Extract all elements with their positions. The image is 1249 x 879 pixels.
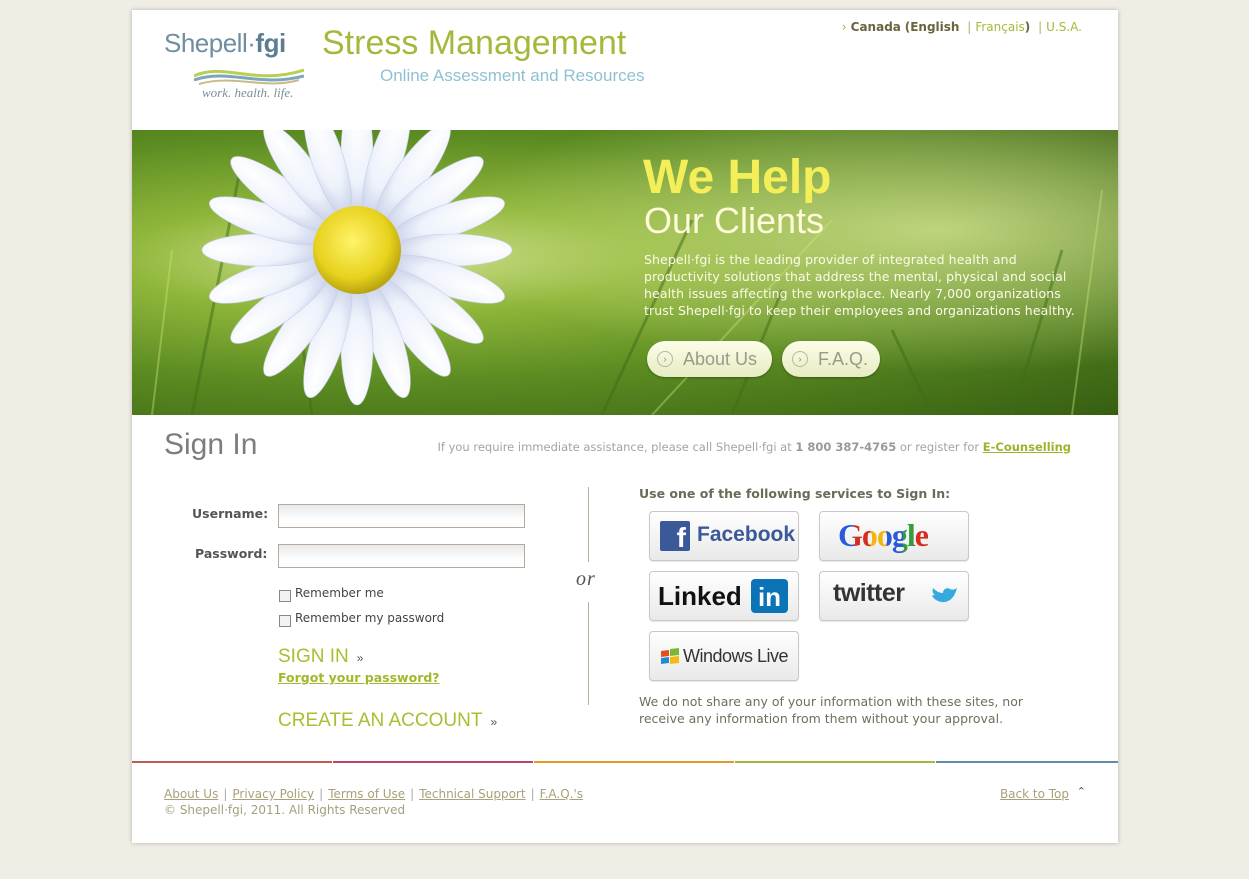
username-label: Username: <box>192 506 269 521</box>
linkedin-icon: in <box>751 579 788 613</box>
faq-button[interactable]: › F.A.Q. <box>782 341 880 377</box>
twitter-bird-icon <box>932 588 957 603</box>
divider-top <box>588 487 589 562</box>
assistance-text: If you require immediate assistance, ple… <box>437 440 1071 454</box>
footer-rule-5 <box>936 761 1118 763</box>
circle-chevron-icon: › <box>792 351 808 367</box>
password-label: Password: <box>195 546 268 561</box>
windows-live-signin-button[interactable]: Windows Live <box>649 631 799 681</box>
hero-subtitle: Our Clients <box>644 200 825 241</box>
lang-close-paren: ) <box>1024 20 1031 34</box>
hero-title: We Help <box>643 151 832 204</box>
footer-faq-link[interactable]: F.A.Q.'s <box>540 787 583 801</box>
double-chevron-icon: » <box>490 715 498 729</box>
logo-tagline: work. health. life. <box>202 85 294 100</box>
about-us-button[interactable]: › About Us <box>647 341 772 377</box>
footer-rule-2 <box>333 761 533 763</box>
hero-banner: We Help Our Clients Shepell·fgi is the l… <box>132 130 1118 415</box>
page-container: Shepell·fgi work. health. life. Stress M… <box>132 10 1118 843</box>
chevron-right-icon: › <box>841 20 847 34</box>
double-chevron-icon: » <box>356 651 364 665</box>
footer-support-link[interactable]: Technical Support <box>419 787 525 801</box>
remember-me-checkbox[interactable] <box>279 590 291 602</box>
footer-about-link[interactable]: About Us <box>164 787 218 801</box>
copyright: © Shepell·fgi, 2011. All Rights Reserved <box>164 803 406 817</box>
remember-password-checkbox[interactable] <box>279 615 291 627</box>
password-input[interactable] <box>278 544 525 568</box>
facebook-label: Facebook <box>697 523 796 546</box>
lang-country: Canada <box>850 20 901 34</box>
remember-me-label[interactable]: Remember me <box>295 586 384 600</box>
logo-swoosh-icon <box>194 68 304 85</box>
twitter-signin-button[interactable]: twitter <box>819 571 969 621</box>
faq-label: F.A.Q. <box>818 349 869 369</box>
twitter-label: twitter <box>833 579 905 607</box>
linkedin-label: Linked <box>658 581 742 611</box>
back-to-top-link[interactable]: Back to Top <box>1000 787 1069 801</box>
footer-rule-4 <box>735 761 935 763</box>
assistance-phone: 1 800 387-4765 <box>795 440 897 454</box>
footer-rule-1 <box>132 761 332 763</box>
logo-text: Shepell·fgi <box>164 28 286 58</box>
windows-live-label: Windows Live <box>683 646 789 666</box>
hero-description: Shepell·fgi is the leading provider of i… <box>644 252 1075 318</box>
e-counselling-link[interactable]: E-Counselling <box>983 440 1071 454</box>
lang-separator-2: | <box>1038 20 1043 34</box>
lang-english[interactable]: English <box>910 20 959 34</box>
circle-chevron-icon: › <box>657 351 673 367</box>
lang-french-link[interactable]: Français <box>975 20 1024 34</box>
google-logo: Google <box>838 517 929 553</box>
divider-bottom <box>588 602 589 705</box>
google-signin-button[interactable]: Google <box>819 511 969 561</box>
facebook-icon: f <box>660 521 690 553</box>
footer-links: About Us | Privacy Policy | Terms of Use | Tec… <box>164 787 584 801</box>
lang-separator: | <box>967 20 972 34</box>
caret-up-icon[interactable]: ⌃ <box>1077 785 1086 798</box>
language-switcher: › Canada (English | Français) | U.S.A. <box>842 20 1082 34</box>
site-subtitle: Online Assessment and Resources <box>380 66 645 85</box>
services-heading: Use one of the following services to Sig… <box>639 486 951 501</box>
privacy-note: We do not share any of your information … <box>639 694 1024 726</box>
username-input[interactable] <box>278 504 525 528</box>
footer-terms-link[interactable]: Terms of Use <box>328 787 405 801</box>
create-account-label: CREATE AN ACCOUNT <box>278 710 483 731</box>
footer-privacy-link[interactable]: Privacy Policy <box>232 787 314 801</box>
sign-in-button[interactable]: SIGN IN » <box>278 646 363 668</box>
facebook-signin-button[interactable]: f Facebook <box>649 511 799 561</box>
logo[interactable]: Shepell·fgi work. health. life. <box>164 28 304 104</box>
forgot-password-link[interactable]: Forgot your password? <box>278 670 440 685</box>
sign-in-heading: Sign In <box>164 428 258 461</box>
sign-in-label: SIGN IN <box>278 646 349 667</box>
footer-rule-3 <box>534 761 734 763</box>
site-title: Stress Management <box>322 24 627 62</box>
lang-usa-link[interactable]: U.S.A. <box>1046 20 1082 34</box>
create-account-button[interactable]: CREATE AN ACCOUNT » <box>278 710 497 732</box>
windows-flag-icon <box>661 648 679 664</box>
remember-password-label[interactable]: Remember my password <box>295 611 444 625</box>
linkedin-signin-button[interactable]: Linked in <box>649 571 799 621</box>
about-us-label: About Us <box>683 349 758 369</box>
or-separator: or <box>576 568 596 590</box>
